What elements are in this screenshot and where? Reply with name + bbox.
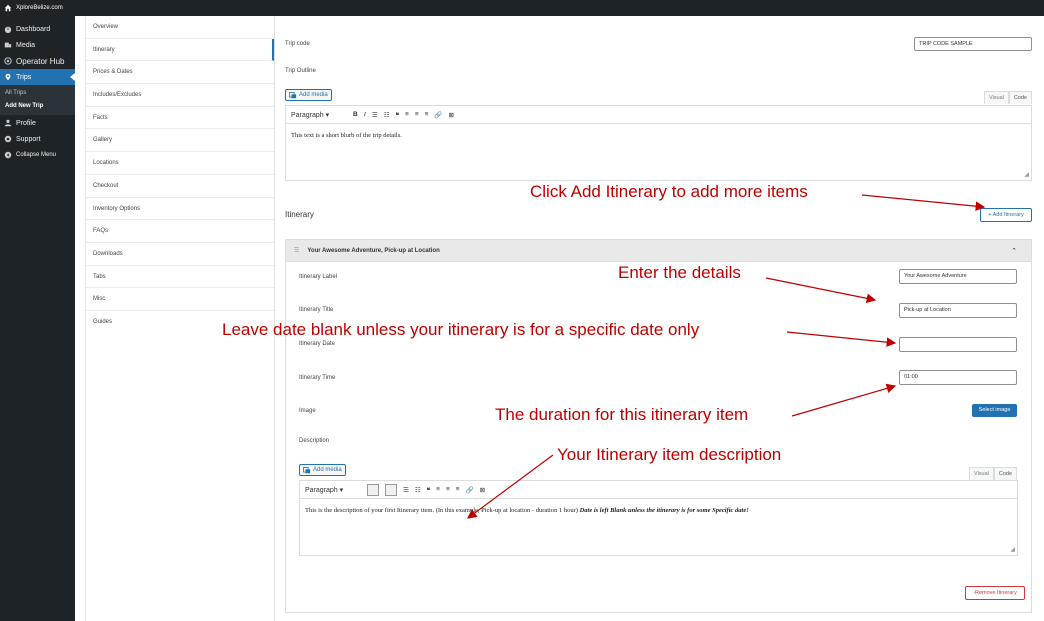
arrow-add-itinerary bbox=[861, 194, 986, 211]
annotation-arrows bbox=[467, 194, 986, 519]
arrow-description bbox=[467, 454, 554, 519]
arrow-date bbox=[786, 331, 897, 347]
arrow-enter-details bbox=[765, 277, 877, 304]
arrow-duration bbox=[791, 383, 897, 417]
